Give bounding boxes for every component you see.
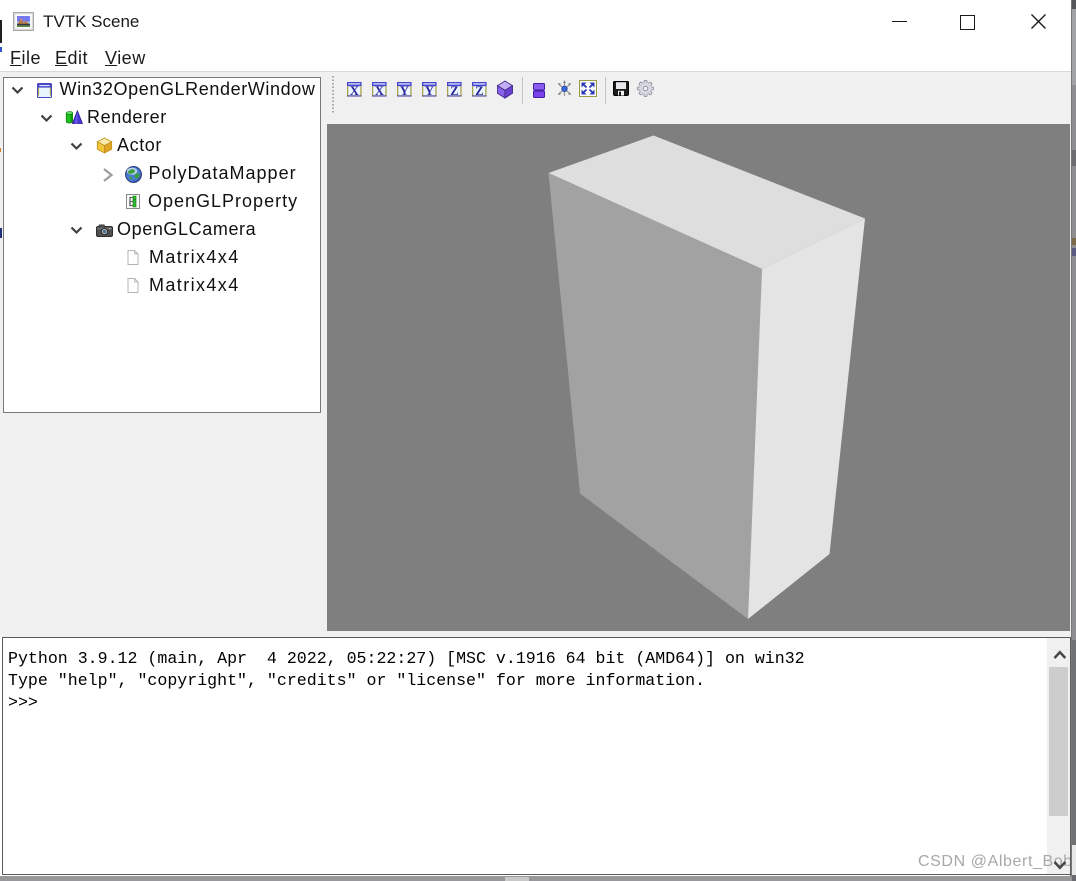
- svg-text:X: X: [350, 84, 359, 97]
- svg-text:Z: Z: [450, 84, 458, 97]
- svg-text:X: X: [375, 84, 384, 97]
- svg-text:Z: Z: [475, 84, 483, 97]
- svg-text:Y: Y: [425, 84, 434, 97]
- svg-text:Y: Y: [400, 84, 409, 97]
